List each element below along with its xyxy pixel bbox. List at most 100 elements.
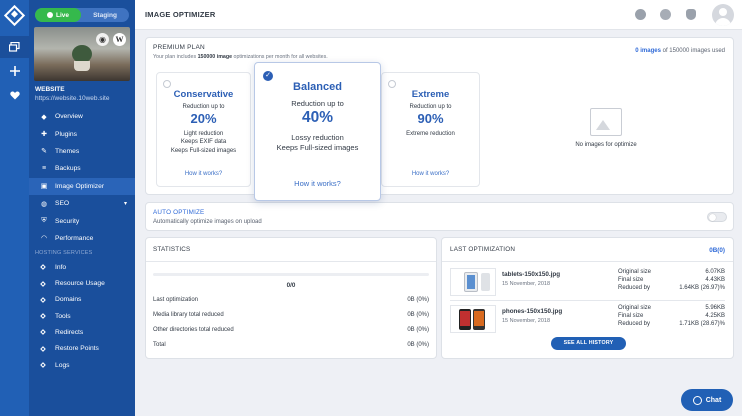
check-circle-icon[interactable]: ✓: [263, 71, 273, 81]
10web-logo-icon[interactable]: [3, 4, 26, 27]
option-conservative[interactable]: Conservative Reduction up to 20% Light r…: [156, 72, 251, 187]
pie-chart-icon[interactable]: [635, 9, 646, 20]
diamond-bullet-icon: [40, 329, 46, 336]
sidebar-item-seo[interactable]: ◍ SEO ▾: [29, 195, 135, 212]
sidebar-item-domains[interactable]: Domains: [29, 292, 135, 308]
site-title: WEBSITE: [35, 86, 65, 93]
auto-optimize-title: AUTO OPTIMIZE: [153, 209, 205, 216]
reduction-percent: 90%: [417, 111, 444, 126]
list-item: phones-150x150.jpg 15 November, 2018 Ori…: [450, 305, 725, 335]
sidebar: Live Staging ◉ W WEBSITE https://website…: [29, 0, 135, 416]
websites-icon[interactable]: [0, 36, 29, 58]
images-used: 0 images of 150000 images used: [635, 48, 725, 54]
avatar-body: [715, 18, 731, 26]
sidebar-item-image-optimizer[interactable]: ▣ Image Optimizer: [29, 177, 135, 195]
file-date: 15 November, 2018: [502, 318, 551, 324]
sidebar-item-tools[interactable]: Tools: [29, 308, 135, 324]
sidebar-item-restore-points[interactable]: Restore Points: [29, 341, 135, 357]
plan-description: Your plan includes 150000 image optimiza…: [153, 54, 328, 60]
plug-icon: ✚: [41, 131, 47, 139]
diamond-bullet-icon: [40, 264, 46, 271]
bell-icon[interactable]: [686, 9, 696, 20]
sidebar-item-info[interactable]: Info: [29, 259, 135, 275]
stack-icon: ≡: [41, 165, 47, 173]
cube-icon: ◆: [41, 113, 47, 121]
chat-button[interactable]: Chat: [681, 389, 733, 411]
avatar[interactable]: [712, 4, 734, 26]
diamond-bullet-icon: [40, 313, 46, 319]
tablet-thumbnail: [450, 268, 496, 296]
see-all-history-button[interactable]: SEE ALL HISTORY: [551, 337, 626, 350]
image-placeholder-icon: [590, 108, 622, 136]
sidebar-item-logs[interactable]: Logs: [29, 357, 135, 373]
sidebar-item-plugins[interactable]: ✚ Plugins: [29, 125, 135, 142]
hosting-services-label: HOSTING SERVICES: [35, 250, 93, 257]
radio-unchecked[interactable]: [388, 80, 396, 88]
chat-bubble-icon: [692, 395, 702, 405]
auto-optimize-card: AUTO OPTIMIZE Automatically optimize ima…: [145, 202, 734, 231]
website-thumbnail[interactable]: ◉ W: [34, 27, 130, 81]
staging-tab[interactable]: Staging: [81, 8, 129, 22]
file-name: phones-150x150.jpg: [502, 308, 563, 315]
seo-icon: ◍: [40, 200, 48, 208]
statistics-title: STATISTICS: [146, 238, 436, 262]
app-root: Live Staging ◉ W WEBSITE https://website…: [0, 0, 742, 416]
statistics-progress-bar: [153, 273, 429, 276]
diamond-bullet-icon: [40, 362, 46, 368]
heart-icon[interactable]: [0, 84, 29, 106]
shield-icon: ⛨: [41, 217, 47, 225]
statistics-card: STATISTICS 0/0 Last optimization 0B (0%) …: [145, 237, 437, 359]
preview-eye-icon[interactable]: ◉: [96, 33, 109, 46]
brush-icon: ✎: [41, 148, 47, 156]
radio-unchecked[interactable]: [163, 80, 171, 88]
chevron-down-icon: ▾: [123, 201, 127, 208]
page-title: IMAGE OPTIMIZER: [145, 10, 216, 19]
live-tab[interactable]: Live: [35, 8, 81, 22]
top-header: IMAGE OPTIMIZER: [135, 0, 742, 30]
sidebar-item-resource-usage[interactable]: Resource Usage: [29, 275, 135, 291]
how-it-works-link[interactable]: How it works?: [157, 171, 250, 177]
stat-row: Media library total reduced 0B (0%): [153, 312, 429, 318]
wordpress-icon[interactable]: W: [113, 33, 126, 46]
phone-thumbnail: [450, 305, 496, 333]
site-url[interactable]: https://website.10web.site: [35, 95, 109, 102]
add-icon[interactable]: [0, 60, 29, 82]
icon-rail: [0, 0, 29, 416]
environment-toggle[interactable]: Live Staging: [35, 8, 129, 22]
sidebar-item-security[interactable]: ⛨ Security: [29, 212, 135, 229]
sidebar-item-performance[interactable]: ◠ Performance: [29, 230, 135, 247]
sidebar-item-backups[interactable]: ≡ Backups: [29, 160, 135, 177]
speed-icon[interactable]: [660, 9, 671, 20]
file-date: 15 November, 2018: [502, 281, 551, 287]
option-extreme[interactable]: Extreme Reduction up to 90% Extreme redu…: [381, 72, 480, 187]
how-it-works-link[interactable]: How it works?: [382, 171, 479, 177]
option-balanced[interactable]: ✓ Balanced Reduction up to 40% Lossy red…: [254, 62, 381, 201]
file-name: tablets-150x150.jpg: [502, 271, 561, 278]
auto-optimize-toggle[interactable]: [707, 212, 727, 222]
image-icon: ▣: [40, 183, 48, 191]
reduction-percent: 40%: [301, 109, 334, 126]
sidebar-item-overview[interactable]: ◆ Overview: [29, 108, 135, 125]
stat-row: Last optimization 0B (0%): [153, 297, 429, 303]
gauge-icon: ◠: [40, 235, 48, 243]
divider: [450, 300, 725, 301]
last-optimization-card: LAST OPTIMIZATION 0B(0) tablets-150x150.…: [441, 237, 734, 359]
sidebar-item-themes[interactable]: ✎ Themes: [29, 143, 135, 160]
last-optimization-size: 0B(0): [709, 247, 725, 254]
reduction-percent: 20%: [190, 111, 217, 126]
avatar-head: [719, 8, 727, 16]
no-images-placeholder: No images for optimize: [546, 108, 666, 148]
diamond-bullet-icon: [40, 297, 46, 303]
list-item: tablets-150x150.jpg 15 November, 2018 Or…: [450, 268, 725, 298]
thumbnail-pot: [74, 61, 90, 71]
last-optimization-title: LAST OPTIMIZATION: [442, 238, 733, 262]
stat-row: Other directories total reduced 0B (0%): [153, 327, 429, 333]
check-circle-icon: [46, 12, 53, 18]
plan-label: PREMIUM PLAN: [153, 44, 205, 51]
auto-optimize-desc: Automatically optimize images on upload: [153, 219, 262, 225]
statistics-fraction: 0/0: [286, 282, 296, 289]
how-it-works-link[interactable]: How it works?: [255, 179, 380, 188]
sidebar-item-redirects[interactable]: Redirects: [29, 324, 135, 340]
stat-row: Total 0B (0%): [153, 342, 429, 348]
diamond-bullet-icon: [40, 345, 46, 352]
